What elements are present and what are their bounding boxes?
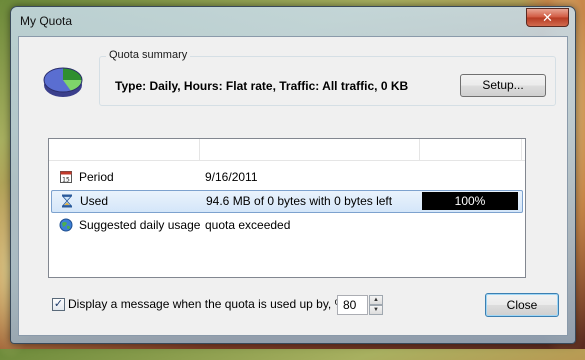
- row-value: 9/16/2011: [205, 170, 258, 184]
- window-close-button[interactable]: ✕: [526, 8, 569, 27]
- svg-text:15: 15: [62, 177, 70, 184]
- usage-progress-bar: 100%: [422, 192, 518, 210]
- column-divider[interactable]: [419, 139, 420, 161]
- row-value: quota exceeded: [205, 218, 291, 232]
- quota-pie-icon: [43, 67, 83, 97]
- column-divider[interactable]: [521, 139, 522, 161]
- list-header: [49, 139, 525, 161]
- list-item-period[interactable]: 15 Period 9/16/2011: [49, 166, 525, 189]
- row-name: Period: [79, 170, 114, 184]
- calendar-icon: 15: [60, 171, 72, 184]
- row-value: 94.6 MB of 0 bytes with 0 bytes left: [206, 194, 393, 208]
- quota-window: My Quota ✕ Quota summary Type: Daily, Ho…: [10, 6, 576, 344]
- quota-summary-group: Quota summary Type: Daily, Hours: Flat r…: [99, 49, 556, 106]
- quota-details-list[interactable]: 15 Period 9/16/2011 Used 94.6 MB of 0 by…: [48, 138, 526, 278]
- column-divider[interactable]: [199, 139, 200, 161]
- list-item-used[interactable]: Used 94.6 MB of 0 bytes with 0 bytes lef…: [51, 190, 523, 213]
- close-button[interactable]: Close: [485, 293, 559, 317]
- spinner-up-button[interactable]: ▲: [369, 295, 383, 305]
- quota-summary-text: Type: Daily, Hours: Flat rate, Traffic: …: [115, 79, 409, 93]
- window-title: My Quota: [20, 14, 73, 28]
- row-name: Used: [80, 194, 109, 208]
- row-name: Suggested daily usage: [79, 218, 201, 232]
- title-bar[interactable]: My Quota ✕: [11, 7, 575, 35]
- dialog-client-area: Quota summary Type: Daily, Hours: Flat r…: [18, 36, 568, 336]
- globe-icon: [59, 218, 73, 232]
- quota-summary-legend: Quota summary: [106, 49, 191, 61]
- setup-button[interactable]: Setup...: [460, 74, 546, 97]
- display-message-checkbox[interactable]: ✓: [52, 298, 65, 311]
- quota-percent-input[interactable]: 80: [337, 295, 368, 315]
- spinner-down-button[interactable]: ▼: [369, 305, 383, 315]
- hourglass-icon: [62, 194, 72, 208]
- list-item-suggested-daily-usage[interactable]: Suggested daily usage quota exceeded: [49, 214, 525, 237]
- display-message-label[interactable]: Display a message when the quota is used…: [68, 297, 345, 311]
